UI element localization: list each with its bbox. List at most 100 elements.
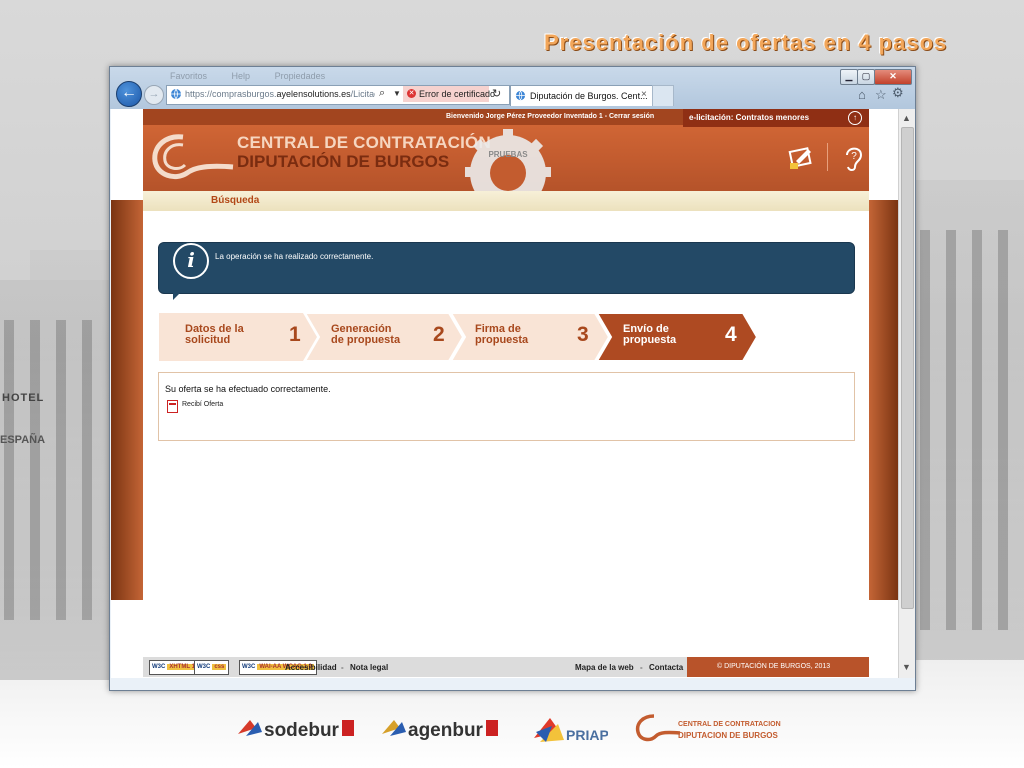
page-side-left xyxy=(111,200,143,600)
step-label: Generación de propuesta xyxy=(331,323,401,346)
svg-text:?: ? xyxy=(851,151,857,162)
svg-text:PRIAP: PRIAP xyxy=(566,727,608,743)
recibi-oferta-link[interactable]: Recibí Oferta xyxy=(182,401,223,408)
step-label: Envío de propuesta xyxy=(623,323,677,346)
scroll-up-icon[interactable]: ▲ xyxy=(902,113,911,123)
menu-item[interactable]: Favoritos xyxy=(170,71,207,81)
step-1[interactable]: Datos de la solicitud 1 xyxy=(159,313,317,361)
brand-line-2: DIPUTACIÓN DE BURGOS xyxy=(237,152,450,171)
info-message-box: i La operación se ha realizado correctam… xyxy=(158,242,855,300)
footer-separator: - xyxy=(640,663,643,672)
forward-button[interactable]: → xyxy=(144,85,164,105)
priap-logo-icon: PRIAP xyxy=(534,718,609,743)
nav-busqueda[interactable]: Búsqueda xyxy=(211,195,259,206)
step-number: 1 xyxy=(289,323,301,346)
url-text[interactable]: https://comprasburgos.ayelensolutions.es… xyxy=(185,89,375,99)
central-contratacion-logo: CENTRAL DE CONTRATACION DIPUTACION DE BU… xyxy=(634,712,794,751)
agenbur-logo-icon: agenbur xyxy=(382,720,498,741)
sodebur-logo-icon: sodebur xyxy=(238,720,354,741)
certificate-error-badge[interactable]: ✕ Error de certificado xyxy=(403,86,495,102)
info-message-text: La operación se ha realizado correctamen… xyxy=(215,252,374,261)
gear-watermark-icon: PRUEBAS xyxy=(465,129,551,191)
background-windows-right xyxy=(920,230,1020,630)
welcome-text[interactable]: Bienvenido Jorge Pérez Proveedor Inventa… xyxy=(446,113,654,120)
home-icon[interactable]: ⌂ xyxy=(858,87,866,102)
browser-window: Favoritos Help Propiedades ▁ ▢ ✕ ← → htt… xyxy=(109,66,916,691)
gear-text: PRUEBAS xyxy=(488,150,528,159)
sub-navigation: Búsqueda xyxy=(143,191,869,212)
header-separator xyxy=(827,143,828,171)
star-icon[interactable]: ☆ xyxy=(875,87,887,103)
arrow-up-icon[interactable]: ↑ xyxy=(848,111,862,125)
step-label: Datos de la solicitud xyxy=(185,323,244,346)
browser-titlebar: Favoritos Help Propiedades ▁ ▢ ✕ ← → htt… xyxy=(110,67,915,109)
footer-separator: - xyxy=(341,663,344,672)
step-2[interactable]: Generación de propuesta 2 xyxy=(303,313,463,361)
error-icon: ✕ xyxy=(407,89,416,98)
menu-item[interactable]: Help xyxy=(232,71,251,81)
site-icon xyxy=(171,88,181,100)
wizard-steps: Datos de la solicitud 1 Generación de prop… xyxy=(159,313,769,361)
slide-title: Presentación de ofertas en 4 pasos xyxy=(544,30,948,55)
arrow-right-icon: → xyxy=(148,88,160,100)
accesibilidad-link[interactable]: Accesibilidad xyxy=(285,663,337,672)
menu-item[interactable]: Propiedades xyxy=(275,71,326,81)
tab-site-icon xyxy=(515,90,526,101)
info-icon: i xyxy=(173,243,209,279)
site-header: Bienvenido Jorge Pérez Proveedor Inventa… xyxy=(143,109,869,191)
page-viewport: Bienvenido Jorge Pérez Proveedor Inventa… xyxy=(111,109,898,678)
scroll-down-icon[interactable]: ▼ xyxy=(902,662,911,672)
step-4-active[interactable]: Envío de propuesta 4 xyxy=(595,313,757,361)
background-espana-sign: ESPAÑA xyxy=(0,434,46,446)
info-box-tail xyxy=(173,292,181,300)
w3c-css-badge[interactable]: W3C css xyxy=(194,660,230,675)
result-message: Su oferta se ha efectuado correctamente. xyxy=(165,384,331,394)
back-button[interactable]: ← xyxy=(116,81,142,107)
refresh-icon[interactable]: ↻ xyxy=(492,87,501,100)
close-window-button[interactable]: ✕ xyxy=(874,69,912,85)
priap-logo: PRIAP xyxy=(532,712,609,751)
certificate-error-text: Error de certificado xyxy=(419,89,496,99)
browser-menu-ghost: Favoritos Help Propiedades xyxy=(170,71,347,81)
maximize-button[interactable]: ▢ xyxy=(857,69,875,85)
scroll-thumb[interactable] xyxy=(901,127,914,609)
footer-copyright-bar: © DIPUTACIÓN DE BURGOS, 2013 xyxy=(687,657,869,677)
site-footer: W3C XHTML 1.0 W3C css W3C WAI-AA WCAG 1.0 A… xyxy=(143,657,869,677)
background-roof-left xyxy=(30,250,110,290)
background-windows-left xyxy=(4,320,104,620)
tab-title: Diputación de Burgos. Cent... xyxy=(530,91,648,101)
central-logo-icon xyxy=(152,134,234,179)
gear-icon[interactable]: ⚙ xyxy=(892,85,904,101)
pdf-icon[interactable] xyxy=(167,400,178,413)
agenbur-logo: agenbur xyxy=(380,712,502,747)
new-tab-button[interactable] xyxy=(652,85,674,106)
result-panel: Su oferta se ha efectuado correctamente.… xyxy=(158,372,855,441)
central-contratacion-logo-icon: CENTRAL DE CONTRATACION DIPUTACION DE BU… xyxy=(635,714,781,742)
step-number: 2 xyxy=(433,323,445,346)
chevron-down-icon[interactable]: ▼ xyxy=(393,89,401,98)
step-label: Firma de propuesta xyxy=(475,323,529,346)
svg-text:agenbur: agenbur xyxy=(408,720,484,741)
svg-text:CENTRAL DE CONTRATACION: CENTRAL DE CONTRATACION xyxy=(678,721,781,728)
tab-close-icon[interactable]: × xyxy=(641,89,647,100)
copyright-text: © DIPUTACIÓN DE BURGOS, 2013 xyxy=(717,663,831,670)
elicitacion-bar[interactable]: e-licitación: Contratos menores ↑ xyxy=(683,109,869,127)
step-number: 4 xyxy=(725,323,737,346)
nota-legal-link[interactable]: Nota legal xyxy=(350,663,388,672)
page-side-right xyxy=(869,200,898,600)
sponsor-logos: sodebur agenbur PRIAP CENTRAL DE CONTRAT… xyxy=(0,700,1024,768)
vertical-scrollbar[interactable]: ▲ ▼ xyxy=(898,109,915,678)
search-icon[interactable]: ⌕ xyxy=(379,87,385,100)
edit-document-icon[interactable] xyxy=(788,145,816,171)
svg-text:sodebur: sodebur xyxy=(264,720,340,741)
address-bar[interactable]: https://comprasburgos.ayelensolutions.es… xyxy=(166,85,510,105)
help-ear-icon[interactable]: ? xyxy=(841,143,865,173)
sodebur-logo: sodebur xyxy=(236,712,358,747)
contacta-link[interactable]: Contacta xyxy=(649,663,683,672)
minimize-button[interactable]: ▁ xyxy=(840,69,858,85)
arrow-left-icon: ← xyxy=(121,84,137,101)
browser-tab[interactable]: Diputación de Burgos. Cent... × xyxy=(510,85,654,106)
mapa-web-link[interactable]: Mapa de la web xyxy=(575,663,634,672)
step-number: 3 xyxy=(577,323,589,346)
step-3[interactable]: Firma de propuesta 3 xyxy=(449,313,609,361)
